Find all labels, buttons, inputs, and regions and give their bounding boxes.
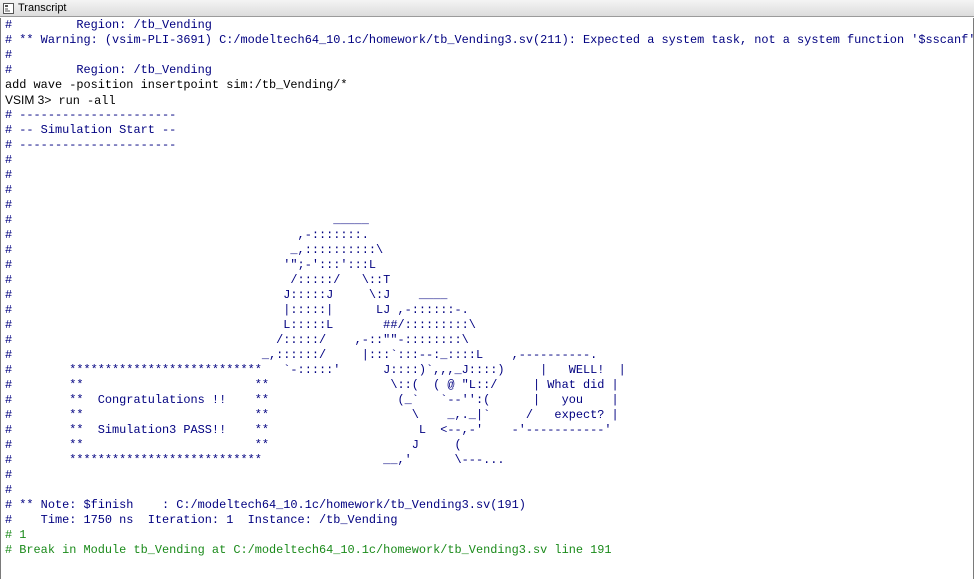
transcript-line: # Time: 1750 ns Iteration: 1 Instance: /… bbox=[5, 513, 398, 527]
transcript-line: # ,-:::::::. bbox=[5, 228, 369, 242]
transcript-line: # ** ** J ( bbox=[5, 438, 462, 452]
transcript-line: # ** ** \ _,._|` / expect? | bbox=[5, 408, 619, 422]
transcript-line: # J:::::J \:J ____ bbox=[5, 288, 448, 302]
transcript-line: # |:::::| LJ ,-::::::-. bbox=[5, 303, 469, 317]
transcript-line: # ---------------------- bbox=[5, 138, 177, 152]
transcript-line: # bbox=[5, 168, 13, 182]
transcript-line: # _,::::::::::\ bbox=[5, 243, 384, 257]
transcript-line: # ** Simulation3 PASS!! ** L <--,-' -'--… bbox=[5, 423, 612, 437]
transcript-line: # Break in Module tb_Vending at C:/model… bbox=[5, 543, 612, 557]
transcript-line: # bbox=[5, 198, 13, 212]
transcript-line: # -- Simulation Start -- bbox=[5, 123, 177, 137]
transcript-line: # '";-':::':::L bbox=[5, 258, 377, 272]
transcript-line: # L:::::L ##/:::::::::\ bbox=[5, 318, 476, 332]
transcript-line: # bbox=[5, 48, 13, 62]
transcript-line: # *************************** `-:::::' J… bbox=[5, 363, 626, 377]
transcript-line: # 1 bbox=[5, 528, 27, 542]
transcript-line: # bbox=[5, 483, 13, 497]
transcript-line: VSIM 3> run -all bbox=[1, 93, 973, 108]
transcript-line: # bbox=[5, 183, 13, 197]
transcript-line: # ** ** \::( ( @ "L::/ | What did | bbox=[5, 378, 619, 392]
vsim-prompt: VSIM 3> bbox=[5, 93, 52, 107]
transcript-line: add wave -position insertpoint sim:/tb_V… bbox=[5, 78, 348, 92]
transcript-line: # bbox=[5, 468, 13, 482]
window-title: Transcript bbox=[18, 2, 67, 14]
transcript-pane[interactable]: # Region: /tb_Vending # ** Warning: (vsim… bbox=[0, 18, 974, 579]
window-titlebar[interactable]: Transcript bbox=[0, 0, 974, 17]
transcript-line: # ---------------------- bbox=[5, 108, 177, 122]
transcript-line: # bbox=[5, 153, 13, 167]
transcript-line: # /:::::/ \::T bbox=[5, 273, 391, 287]
transcript-line: # _____ bbox=[5, 213, 369, 227]
transcript-line: # Region: /tb_Vending bbox=[5, 18, 212, 32]
transcript-line: # *************************** __,' \---.… bbox=[5, 453, 505, 467]
transcript-line: # _,::::::/ |:::`:::--:_::::L ,---------… bbox=[5, 348, 598, 362]
transcript-line: # ** Congratulations !! ** (_` `--'':( |… bbox=[5, 393, 619, 407]
transcript-line: # ** Warning: (vsim-PLI-3691) C:/modelte… bbox=[5, 33, 974, 47]
command-text: run -all bbox=[51, 94, 116, 108]
transcript-icon bbox=[3, 3, 14, 14]
transcript-line: # /:::::/ ,-::""-::::::::\ bbox=[5, 333, 469, 347]
transcript-line: # ** Note: $finish : C:/modeltech64_10.1… bbox=[5, 498, 526, 512]
transcript-line: # Region: /tb_Vending bbox=[5, 63, 212, 77]
